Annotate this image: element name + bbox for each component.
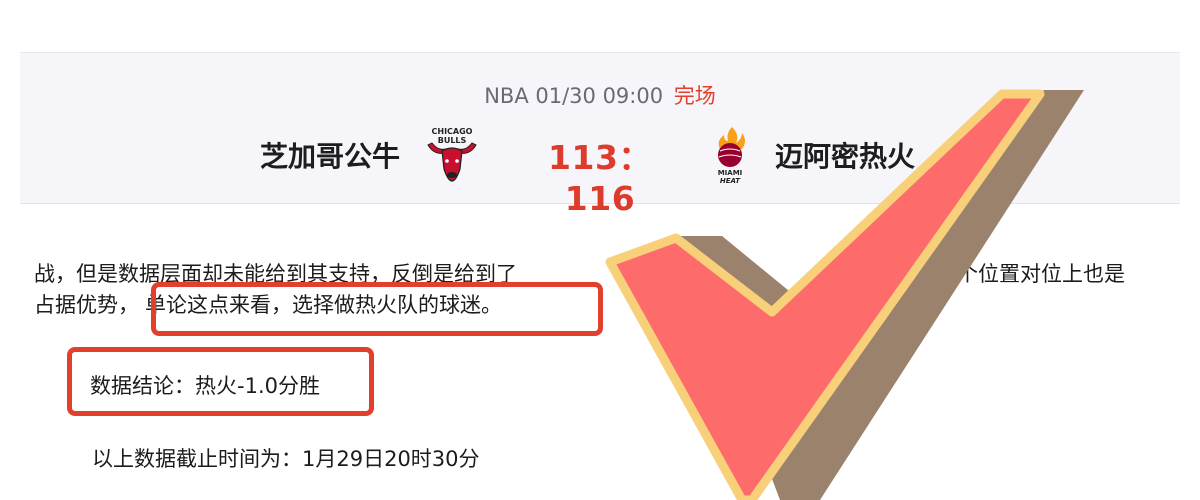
article-line-2-start: 占据优势， — [34, 293, 139, 317]
match-score: 113：116 — [548, 138, 652, 218]
match-status: 完场 — [673, 84, 716, 108]
bulls-logo-icon[interactable]: CHICAGO BULLS — [424, 125, 480, 185]
home-team-name[interactable]: 芝加哥公牛 — [260, 135, 400, 175]
svg-text:HEAT: HEAT — [720, 177, 741, 185]
match-card[interactable]: NBA 01/30 09:00 完场 芝加哥公牛 CHICAGO BULLS 1… — [20, 52, 1180, 218]
league-label: NBA — [484, 84, 529, 108]
match-meta: NBA 01/30 09:00 完场 — [20, 80, 1180, 110]
article-line-1-end: 多个位置对位上也是 — [936, 262, 1125, 286]
svg-text:CHICAGO: CHICAGO — [432, 127, 473, 136]
data-conclusion: 数据结论：热火-1.0分胜 — [90, 374, 320, 398]
heat-logo-icon[interactable]: MIAMI HEAT — [706, 125, 754, 185]
svg-text:MIAMI: MIAMI — [718, 169, 743, 177]
away-team-name[interactable]: 迈阿密热火 — [775, 135, 915, 175]
highlight-box-summary — [151, 282, 603, 336]
match-datetime: 01/30 09:00 — [535, 84, 664, 108]
data-deadline: 以上数据截止时间为：1月29日20时30分 — [92, 447, 480, 471]
svg-text:BULLS: BULLS — [438, 136, 467, 145]
